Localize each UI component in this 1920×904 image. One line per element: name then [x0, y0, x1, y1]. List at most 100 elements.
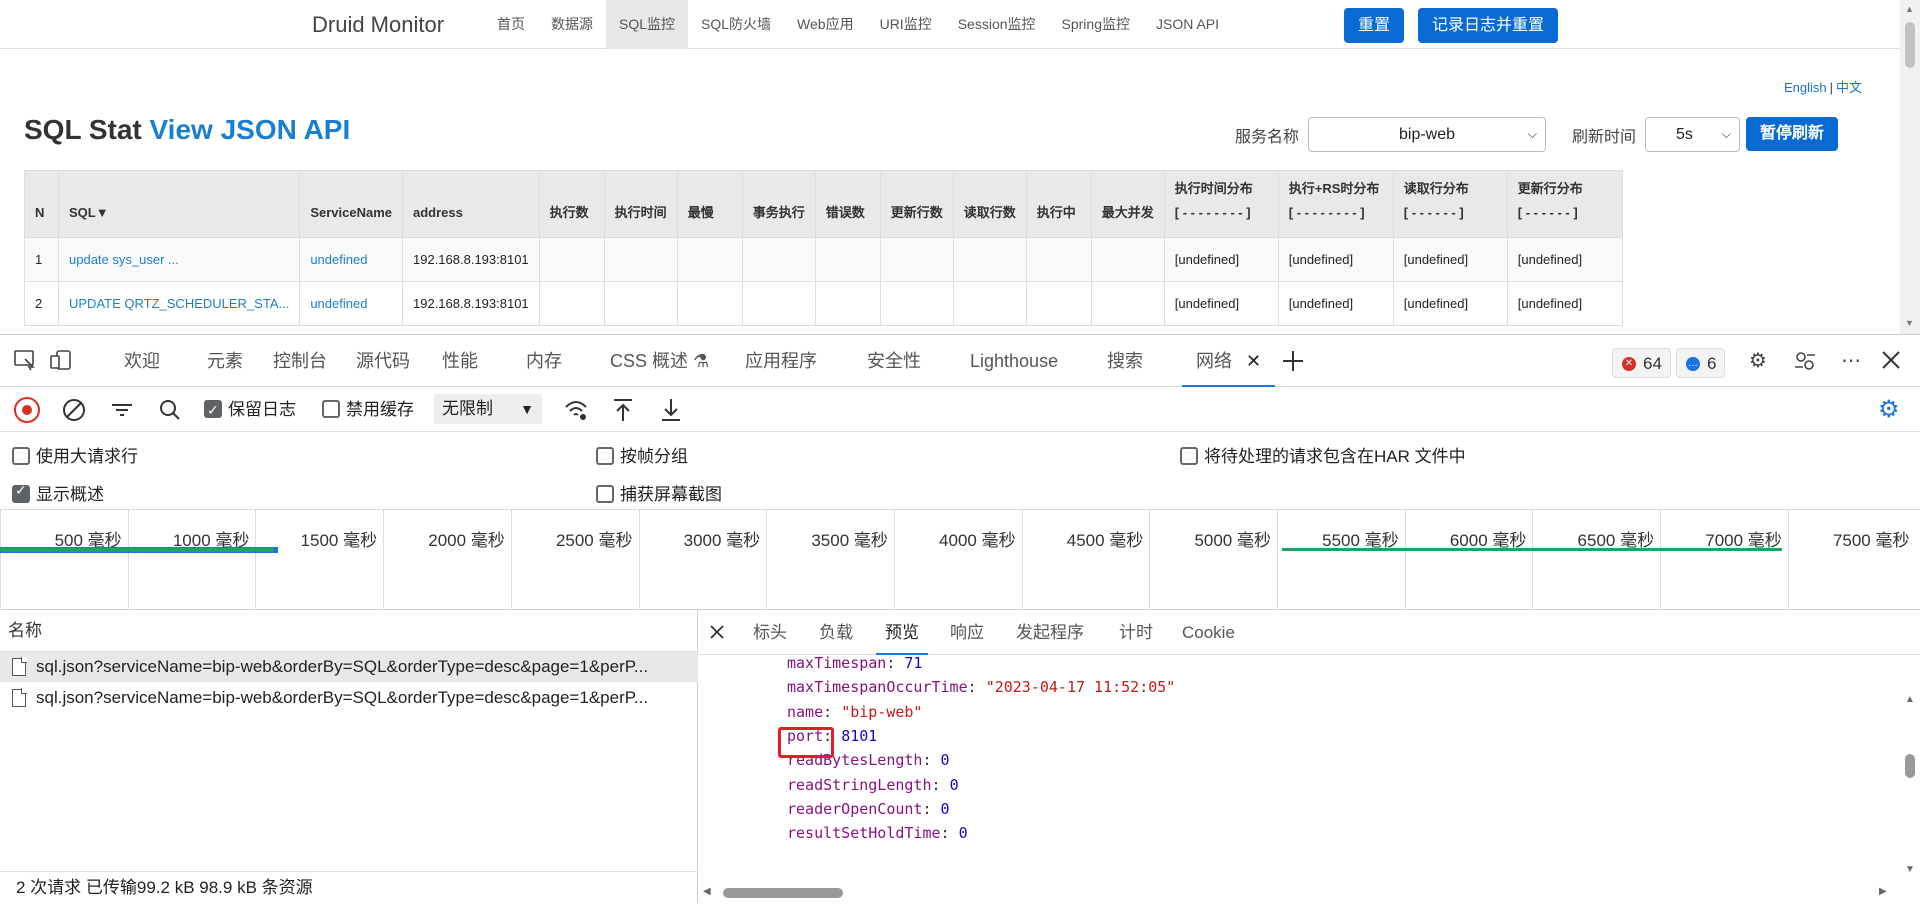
devtools-tab[interactable]: 源代码 [356, 335, 410, 387]
scroll-left-arrow-icon[interactable]: ◀ [703, 886, 711, 897]
devtools-tab[interactable]: Lighthouse [970, 335, 1058, 387]
lang-english-link[interactable]: English [1784, 80, 1827, 95]
preview-vertical-scrollbar[interactable]: ▲ ▼ [1900, 694, 1920, 879]
pause-refresh-button[interactable]: 暂停刷新 [1746, 117, 1839, 151]
json-property-line[interactable]: name: "bip-web" [787, 700, 922, 724]
error-count-badge[interactable]: ✕ 64 [1612, 348, 1671, 378]
close-tab-icon[interactable]: ✕ [1246, 351, 1261, 371]
devtools-tab[interactable]: 控制台 [273, 335, 327, 387]
nav-item[interactable]: Web应用 [784, 0, 867, 49]
scroll-up-arrow-icon[interactable]: ▲ [1905, 694, 1915, 705]
reset-button[interactable]: 重置 [1344, 8, 1405, 43]
name-column-header[interactable]: 名称 [0, 610, 698, 652]
network-overview-timeline[interactable]: 500 毫秒 1000 毫秒 1500 毫秒 2000 毫秒 2500 毫秒 3000 毫… [0, 510, 1920, 610]
service-name-link[interactable]: undefined [299, 281, 403, 326]
group-by-frame-option[interactable]: 按帧分组 [596, 442, 688, 467]
table-cell: [undefined] [1277, 237, 1394, 282]
devtools-tab[interactable]: 内存 [526, 335, 562, 387]
scrollbar-thumb[interactable] [723, 888, 843, 898]
json-preview[interactable]: maxTimespan: 71 maxTimespanOccurTime: "20… [699, 655, 1920, 877]
scroll-right-arrow-icon[interactable]: ▶ [1879, 886, 1887, 897]
scrollbar-thumb[interactable] [1905, 22, 1915, 68]
filter-icon[interactable] [110, 397, 134, 423]
nav-item[interactable]: SQL防火墙 [688, 0, 784, 49]
sql-link[interactable]: update sys_user ... [57, 237, 301, 282]
devtools-tab[interactable]: CSS 概述 ⚗ [610, 335, 709, 387]
message-count-badge[interactable]: … 6 [1676, 348, 1726, 378]
detail-tab[interactable]: Cookie [1178, 610, 1239, 655]
devtools-tab[interactable]: 性能 [442, 335, 478, 387]
preserve-log-checkbox[interactable]: 保留日志 [204, 397, 296, 423]
devtools-tab[interactable]: 应用程序 [745, 335, 817, 387]
json-property-line[interactable]: maxTimespanOccurTime: "2023-04-17 11:52:… [787, 675, 1175, 699]
devtools-tab[interactable]: 网络 ✕ [1182, 335, 1276, 387]
json-colon: : [967, 678, 986, 697]
new-tab-plus-icon[interactable] [1281, 335, 1305, 387]
detail-tab[interactable]: 发起程序 [1012, 610, 1088, 655]
view-json-api-link[interactable]: View JSON API [150, 114, 351, 145]
nav-item[interactable]: URI监控 [867, 0, 945, 49]
settings-gear-icon[interactable]: ⚙ [1745, 349, 1771, 373]
close-detail-icon[interactable] [709, 620, 725, 650]
inspect-element-icon[interactable] [12, 349, 38, 373]
network-conditions-icon[interactable] [563, 397, 589, 423]
brand-title[interactable]: Druid Monitor [312, 12, 444, 38]
nav-item[interactable]: 首页 [484, 0, 538, 49]
service-name-select[interactable]: bip-web ⌵ [1308, 117, 1546, 152]
record-icon[interactable] [14, 397, 40, 423]
include-pending-har-option[interactable]: 将待处理的请求包含在HAR 文件中 [1180, 442, 1466, 467]
show-overview-option[interactable]: 显示概述 [12, 480, 104, 505]
preview-horizontal-scrollbar[interactable]: ◀ ▶ [699, 882, 1920, 902]
export-har-icon[interactable] [659, 397, 683, 423]
column-header-label: 读取行数 [963, 205, 1016, 220]
disable-cache-checkbox[interactable]: 禁用缓存 [322, 397, 414, 423]
device-emulation-icon[interactable] [48, 349, 74, 373]
devtools-tab[interactable]: 元素 [207, 335, 243, 387]
refresh-time-select[interactable]: 5s ⌵ [1645, 117, 1740, 152]
log-and-reset-button[interactable]: 记录日志并重置 [1418, 8, 1559, 43]
json-colon: : [886, 655, 905, 672]
sql-link[interactable]: UPDATE QRTZ_SCHEDULER_STA... [57, 281, 301, 326]
detail-tab[interactable]: 预览 [876, 610, 928, 655]
more-options-icon[interactable]: ⋯ [1838, 349, 1864, 373]
column-header-title: 更新行分布 [1517, 181, 1583, 196]
timeline-column: 5500 毫秒 [1277, 510, 1405, 610]
devtools-tab[interactable]: 搜索 [1107, 335, 1143, 387]
nav-item[interactable]: JSON API [1143, 0, 1232, 49]
service-name-link[interactable]: undefined [299, 237, 403, 282]
json-property-line[interactable]: readerOpenCount: 0 [787, 797, 950, 821]
nav-item[interactable]: 数据源 [538, 0, 606, 49]
chevron-down-icon: ⌵ [1721, 127, 1731, 141]
column-header[interactable]: SQL▼ [57, 170, 301, 238]
detail-tab[interactable]: 标头 [749, 610, 791, 655]
devtools-tab[interactable]: 欢迎 [124, 335, 160, 387]
page-scrollbar[interactable]: ▲ ▼ [1900, 0, 1920, 334]
nav-item[interactable]: SQL监控 [606, 0, 689, 49]
close-devtools-icon[interactable] [1878, 349, 1904, 373]
detail-tab[interactable]: 响应 [946, 610, 988, 655]
nav-item[interactable]: Spring监控 [1049, 0, 1143, 49]
detail-tab[interactable]: 负载 [815, 610, 857, 655]
scroll-up-arrow-icon[interactable]: ▲ [1905, 4, 1914, 14]
scroll-down-arrow-icon[interactable]: ▼ [1905, 318, 1914, 328]
import-har-icon[interactable] [611, 397, 635, 423]
network-settings-gear-icon[interactable]: ⚙ [1878, 397, 1900, 423]
lang-chinese-link[interactable]: 中文 [1836, 80, 1862, 95]
search-icon[interactable] [158, 397, 182, 423]
customize-devtools-icon[interactable] [1792, 349, 1818, 373]
list-item[interactable]: sql.json?serviceName=bip-web&orderBy=SQL… [0, 652, 698, 682]
json-property-line[interactable]: resultSetHoldTime: 0 [787, 821, 968, 845]
table-cell: 2 [24, 281, 59, 326]
large-rows-option[interactable]: 使用大请求行 [12, 442, 138, 467]
clear-icon[interactable] [61, 397, 87, 423]
json-property-line[interactable]: maxTimespan: 71 [787, 655, 922, 675]
scrollbar-thumb[interactable] [1905, 754, 1915, 778]
throttling-select[interactable]: 无限制 ▼ [434, 394, 542, 424]
json-property-line[interactable]: readStringLength: 0 [787, 773, 959, 797]
devtools-tab[interactable]: 安全性 [867, 335, 921, 387]
scroll-down-arrow-icon[interactable]: ▼ [1905, 864, 1915, 875]
detail-tab[interactable]: 计时 [1115, 610, 1157, 655]
nav-item[interactable]: Session监控 [945, 0, 1049, 49]
capture-screenshots-option[interactable]: 捕获屏幕截图 [596, 480, 722, 505]
list-item[interactable]: sql.json?serviceName=bip-web&orderBy=SQL… [0, 683, 698, 713]
